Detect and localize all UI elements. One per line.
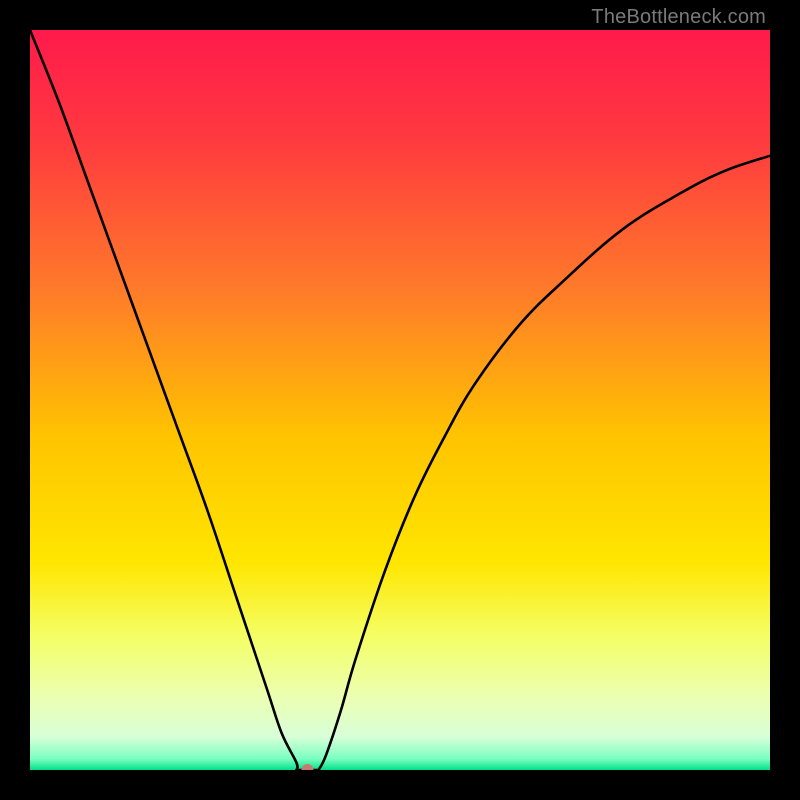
chart-stage: TheBottleneck.com bbox=[0, 0, 800, 800]
watermark-text: TheBottleneck.com bbox=[591, 6, 766, 29]
plot-area bbox=[30, 30, 770, 770]
background-gradient bbox=[30, 30, 770, 770]
